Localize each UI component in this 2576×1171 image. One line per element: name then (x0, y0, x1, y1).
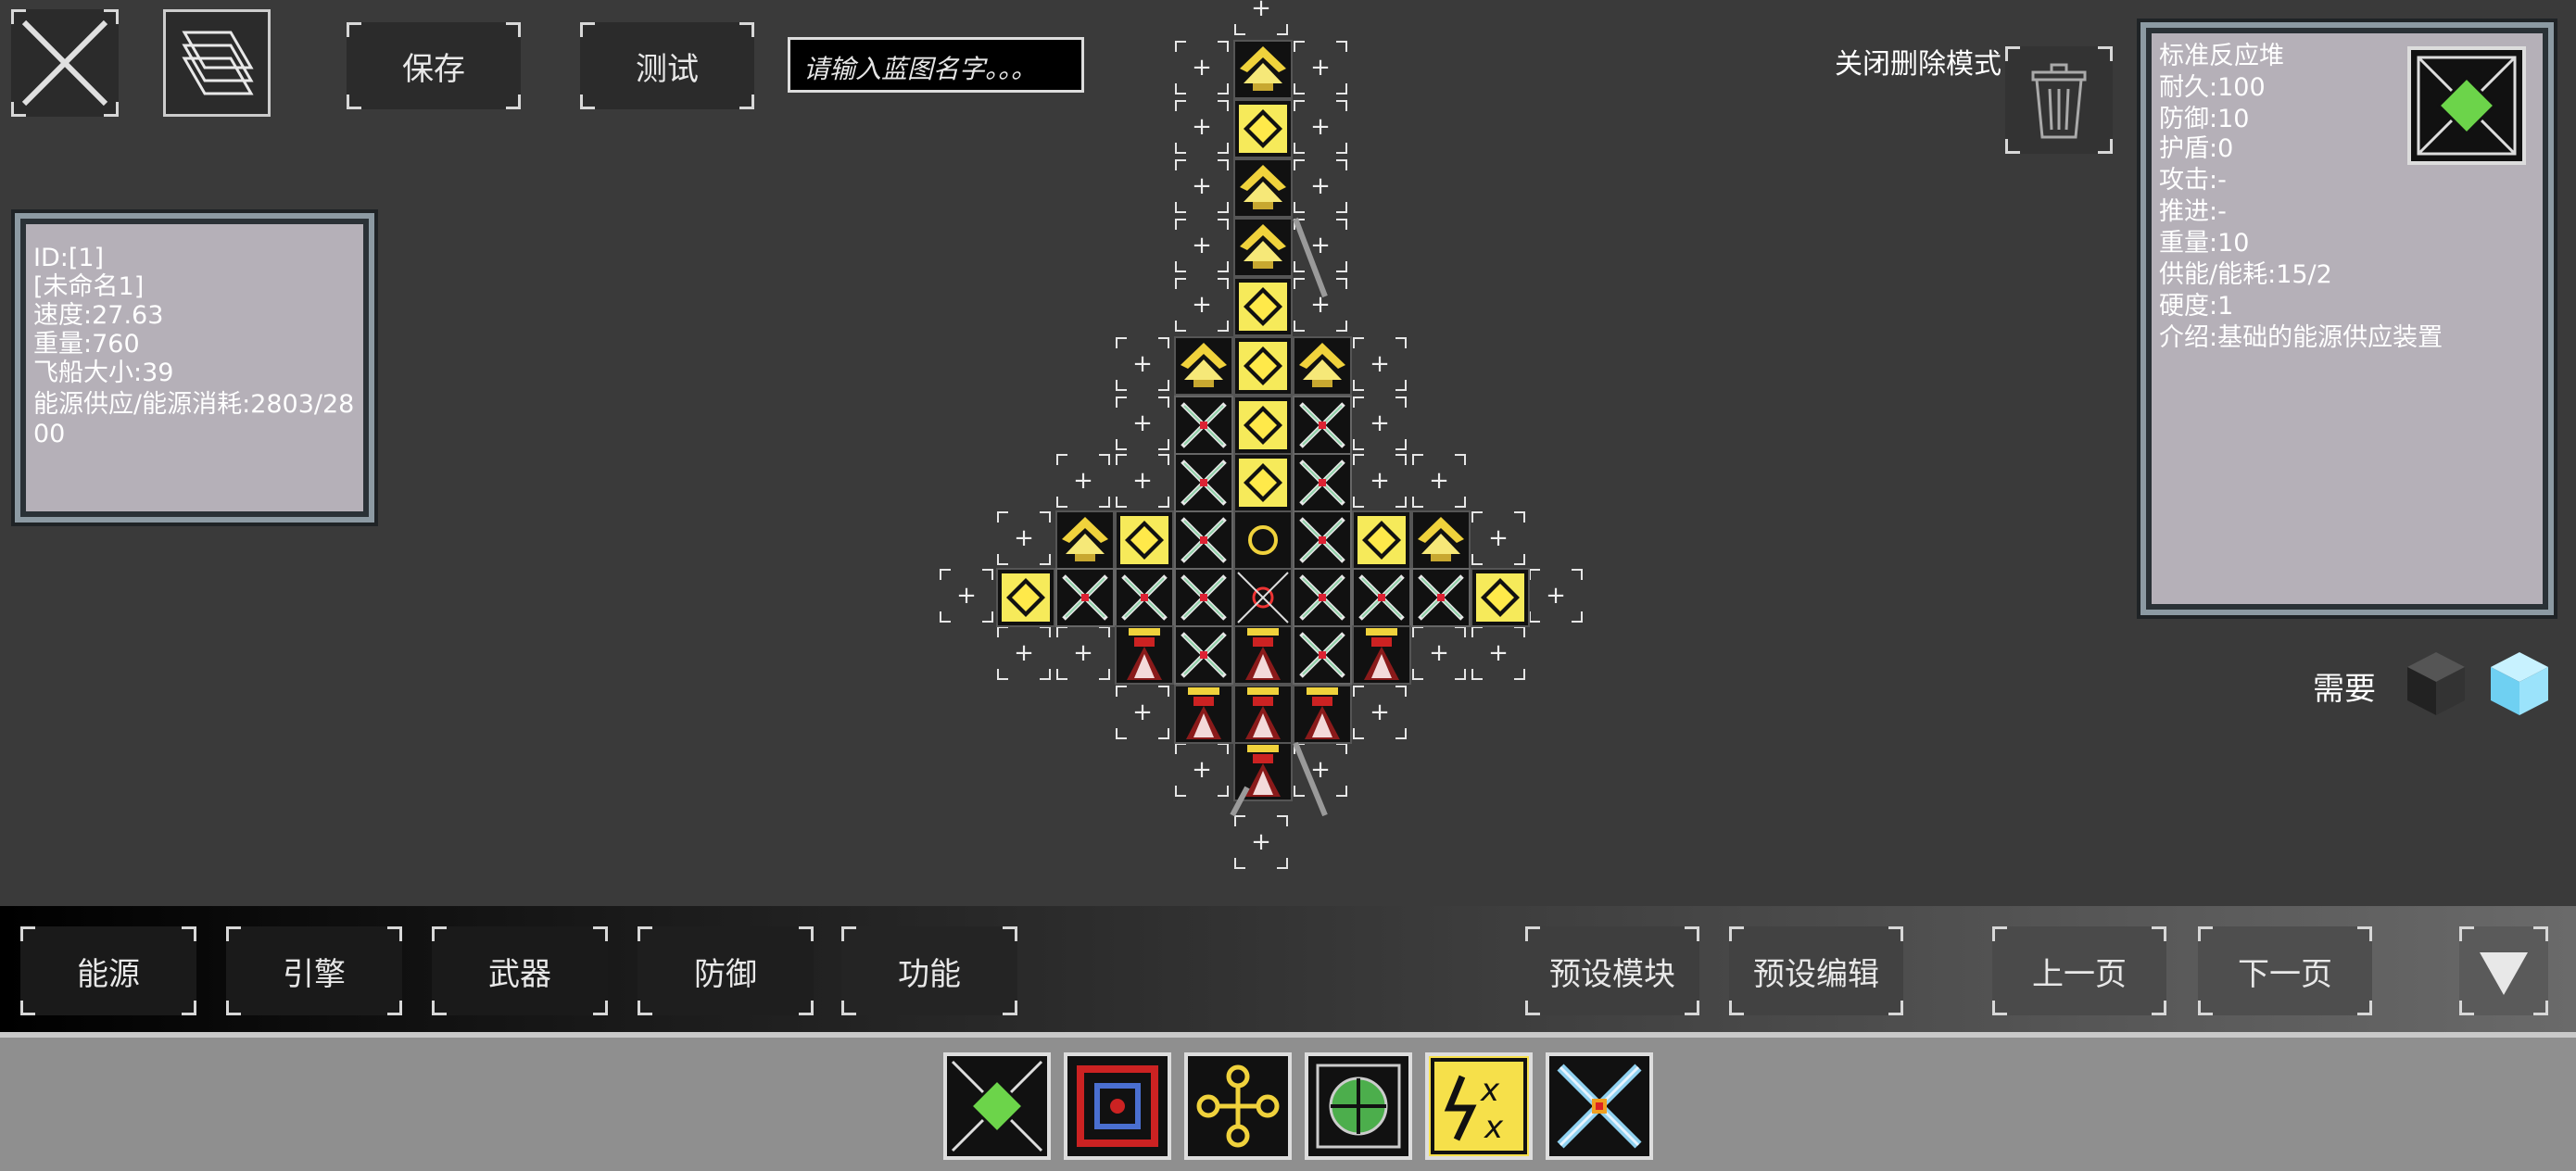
save-label: 保存 (402, 50, 465, 88)
delete-mode-label: 关闭删除模式 (1835, 48, 2001, 81)
preset-module-button[interactable]: 预设模块 (1525, 926, 1699, 1015)
category-tab-label: 武器 (488, 955, 551, 993)
block-thrust: 推进:- (2159, 197, 2227, 226)
category-tab-label: 能源 (77, 955, 140, 993)
next-page-label: 下一页 (2238, 955, 2332, 993)
tray-item-cross-armor[interactable] (1546, 1052, 1653, 1160)
close-button[interactable] (11, 9, 119, 117)
trash-icon (2031, 63, 2087, 139)
lightning-icon: x x (1431, 1058, 1527, 1154)
block-preview (2407, 46, 2526, 165)
save-button[interactable]: 保存 (347, 22, 521, 109)
delete-mode-button[interactable] (2005, 46, 2113, 154)
ship-energy: 能源供应/能源消耗:2803/28 (33, 390, 355, 419)
tray-item-lightning[interactable]: x x (1425, 1052, 1533, 1160)
svg-text:x: x (1480, 1072, 1500, 1109)
ship-id: ID:[1] (33, 244, 105, 272)
block-energy: 供能/能耗:15/2 (2159, 260, 2332, 289)
close-icon (21, 19, 108, 107)
category-tab-energy[interactable]: 能源 (20, 926, 196, 1015)
ship-blocks[interactable] (927, 0, 1594, 871)
radar-icon (1316, 1064, 1401, 1149)
block-shield: 护盾:0 (2159, 134, 2234, 163)
requires-label: 需要 (2313, 671, 2376, 708)
tray-item-standard-reactor[interactable] (943, 1052, 1051, 1160)
cross-armor-icon (1557, 1064, 1642, 1149)
ship-name: [未命名1] (33, 272, 145, 301)
preset-module-label: 预设模块 (1549, 955, 1675, 993)
triangle-down-icon (2480, 952, 2528, 995)
category-tab-weapon[interactable]: 武器 (432, 926, 608, 1015)
block-durability: 耐久:100 (2159, 73, 2266, 102)
svg-text:x: x (1484, 1109, 1504, 1146)
category-tab-function[interactable]: 功能 (841, 926, 1017, 1015)
preset-edit-button[interactable]: 预设编辑 (1729, 926, 1903, 1015)
reactor-icon (2417, 56, 2517, 156)
ship-weight: 重量:760 (33, 330, 140, 359)
prev-page-label: 上一页 (2032, 955, 2127, 993)
tray-item-red-core[interactable] (1064, 1052, 1171, 1160)
reactor-icon (951, 1060, 1043, 1152)
layers-icon (182, 31, 254, 95)
node-icon (1196, 1064, 1280, 1148)
test-button[interactable]: 测试 (580, 22, 754, 109)
block-description: 介绍:基础的能源供应装置 (2159, 323, 2443, 352)
category-tab-engine[interactable]: 引擎 (226, 926, 402, 1015)
category-tab-defense[interactable]: 防御 (638, 926, 814, 1015)
ship-build-grid[interactable]: + + + + + + + + + + + + + + + + + + + + … (927, 0, 1594, 871)
category-tab-label: 功能 (898, 955, 961, 993)
category-tab-label: 防御 (694, 955, 757, 993)
next-page-button[interactable]: 下一页 (2198, 926, 2372, 1015)
block-defense: 防御:10 (2159, 105, 2250, 133)
blueprint-list-button[interactable] (163, 9, 271, 117)
test-label: 测试 (636, 50, 699, 88)
ship-info-panel: ID:[1] [未命名1] 速度:27.63 重量:760 飞船大小:39 能源… (15, 213, 374, 523)
ship-speed: 速度:27.63 (33, 301, 164, 330)
block-attack: 攻击:- (2159, 166, 2227, 195)
blue-cube-icon (2491, 652, 2548, 715)
category-tab-label: 引擎 (283, 955, 346, 993)
block-weight: 重量:10 (2159, 229, 2250, 258)
tray-item-green-radar[interactable] (1305, 1052, 1412, 1160)
prev-page-button[interactable]: 上一页 (1992, 926, 2166, 1015)
core-icon (1077, 1065, 1158, 1147)
collapse-button[interactable] (2459, 926, 2548, 1015)
ship-size: 飞船大小:39 (33, 359, 174, 387)
tray-item-yellow-node[interactable] (1184, 1052, 1292, 1160)
block-info-panel: 标准反应堆 耐久:100 防御:10 护盾:0 攻击:- 推进:- 重量:10 … (2140, 22, 2554, 615)
preset-edit-label: 预设编辑 (1753, 955, 1879, 993)
block-name: 标准反应堆 (2159, 42, 2284, 70)
black-cube-icon (2407, 652, 2465, 715)
ship-energy-cont: 00 (33, 420, 66, 448)
block-hardness: 硬度:1 (2159, 292, 2234, 321)
